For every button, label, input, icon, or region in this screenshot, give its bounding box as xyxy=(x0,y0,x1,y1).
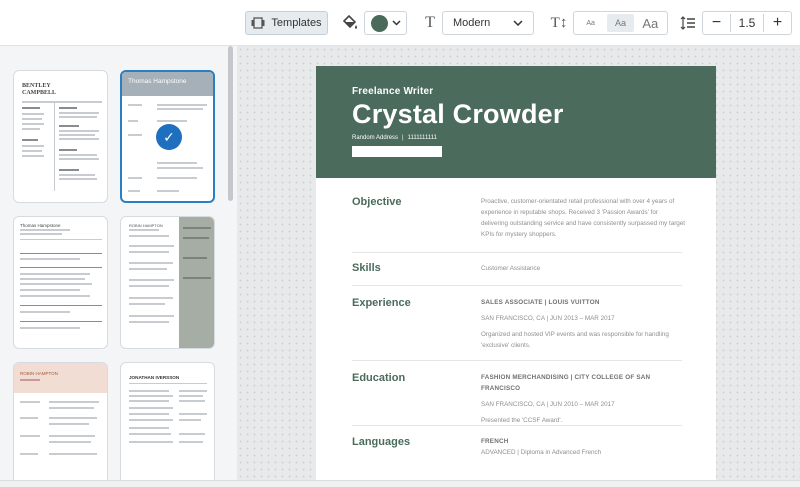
line-height-stepper: − 1.5 + xyxy=(702,11,792,35)
line-height-value: 1.5 xyxy=(738,16,756,30)
font-select-value: Modern xyxy=(453,17,491,29)
section-divider xyxy=(352,425,682,426)
template-thumbnail-5[interactable]: ROBIN HAMPTON xyxy=(13,362,108,487)
language-level: ADVANCED xyxy=(481,449,516,456)
section-education[interactable]: Education FASHION MERCHANDISING | CITY C… xyxy=(352,372,682,424)
section-experience[interactable]: Experience SALES ASSOCIATE | LOUIS VUITT… xyxy=(352,297,682,357)
resume-phone[interactable]: 1111111111 xyxy=(408,135,437,141)
text-size-group: Aa Aa Aa xyxy=(573,11,668,35)
font-icon: T xyxy=(425,14,435,31)
template-thumbnail-2[interactable]: Thomas Hampstone ✓ xyxy=(120,70,215,203)
experience-start: JUN 2013 xyxy=(549,315,578,322)
section-skills[interactable]: Skills Customer Assistance xyxy=(352,262,682,282)
selected-check-icon: ✓ xyxy=(156,124,182,150)
education-location: SAN FRANCISCO, CA xyxy=(481,401,545,408)
resume-address[interactable]: Random Address xyxy=(352,135,398,141)
gallery-scrollbar[interactable] xyxy=(228,46,233,201)
line-height-icon xyxy=(678,12,698,34)
section-languages[interactable]: Languages FRENCH ADVANCED | Diploma in A… xyxy=(352,436,682,476)
section-objective[interactable]: Objective Proactive, customer-orientated… xyxy=(352,196,685,246)
language-detail: Diploma in Advanced French xyxy=(520,449,602,456)
line-height-increase-button[interactable]: + xyxy=(763,14,791,32)
languages-body: FRENCH ADVANCED | Diploma in Advanced Fr… xyxy=(481,436,686,458)
templates-icon xyxy=(251,17,265,29)
thumbnail-name: Thomas Hampstone xyxy=(20,223,61,228)
template-thumbnail-4[interactable]: ROBIN HAMPTON xyxy=(120,216,215,349)
experience-end: MAR 2017 xyxy=(584,315,615,322)
template-thumbnail-3[interactable]: Thomas Hampstone xyxy=(13,216,108,349)
thumbnail-name: JONATHAN IVERSSON xyxy=(129,375,180,380)
size-small-option[interactable]: Aa xyxy=(576,14,605,32)
bottom-scroll-track[interactable] xyxy=(0,480,800,487)
section-title: Experience xyxy=(352,297,411,309)
color-select[interactable] xyxy=(364,11,407,35)
thumbnail-name: ROBIN HAMPTON xyxy=(129,223,163,228)
education-start: JUN 2010 xyxy=(549,401,578,408)
text-size-icon: T↕ xyxy=(550,14,568,31)
experience-text: Organized and hosted VIP events and was … xyxy=(481,331,669,349)
chevron-down-icon xyxy=(513,20,523,26)
thumbnail-name: BENTLEY CAMPBELL xyxy=(22,83,57,96)
education-end: MAR 2017 xyxy=(584,401,615,408)
paint-bucket-icon[interactable] xyxy=(340,13,360,33)
education-body: FASHION MERCHANDISING | CITY COLLEGE OF … xyxy=(481,372,686,426)
experience-body: SALES ASSOCIATE | LOUIS VUITTON SAN FRAN… xyxy=(481,297,686,351)
resume-email-field[interactable] xyxy=(352,146,442,157)
color-swatch xyxy=(370,14,388,32)
resume-name[interactable]: Crystal Crowder xyxy=(352,99,716,130)
experience-location: SAN FRANCISCO, CA xyxy=(481,315,545,322)
education-degree: FASHION MERCHANDISING xyxy=(481,374,569,381)
resume-canvas: Freelance Writer Crystal Crowder Random … xyxy=(237,46,800,487)
resume-role[interactable]: Freelance Writer xyxy=(352,86,716,97)
objective-text: Proactive, customer-orientated retail pr… xyxy=(481,198,686,238)
thumbnail-name: ROBIN HAMPTON xyxy=(20,371,58,376)
font-select[interactable]: Modern xyxy=(442,11,534,35)
size-medium-option[interactable]: Aa xyxy=(607,14,634,32)
language-name: FRENCH xyxy=(481,438,509,445)
resume-document[interactable]: Freelance Writer Crystal Crowder Random … xyxy=(316,66,716,487)
section-title: Objective xyxy=(352,196,402,208)
skills-text: Customer Assistance xyxy=(481,265,541,272)
thumbnail-name: Thomas Hampstone xyxy=(128,78,187,85)
section-title: Languages xyxy=(352,436,411,448)
editor-toolbar: Templates T Modern T↕ Aa Aa Aa − 1.5 + xyxy=(0,0,800,46)
contact-separator: | xyxy=(402,135,404,141)
line-height-decrease-button[interactable]: − xyxy=(703,14,731,32)
resume-header: Freelance Writer Crystal Crowder Random … xyxy=(316,66,716,178)
section-title: Skills xyxy=(352,262,381,274)
template-thumbnail-6[interactable]: JONATHAN IVERSSON xyxy=(120,362,215,487)
resume-contact: Random Address | 1111111111 xyxy=(352,135,716,141)
section-divider xyxy=(352,360,682,361)
template-thumbnail-1[interactable]: BENTLEY CAMPBELL xyxy=(13,70,108,203)
chevron-down-icon xyxy=(391,20,401,26)
experience-role: SALES ASSOCIATE xyxy=(481,299,543,306)
section-divider xyxy=(352,252,682,253)
section-title: Education xyxy=(352,372,406,384)
section-divider xyxy=(352,285,682,286)
size-large-option[interactable]: Aa xyxy=(636,14,665,32)
templates-button[interactable]: Templates xyxy=(245,11,328,35)
experience-company: LOUIS VUITTON xyxy=(548,299,600,306)
template-gallery: BENTLEY CAMPBELL Thomas Hampstone ✓ Thom… xyxy=(0,46,237,487)
templates-label: Templates xyxy=(271,17,322,29)
